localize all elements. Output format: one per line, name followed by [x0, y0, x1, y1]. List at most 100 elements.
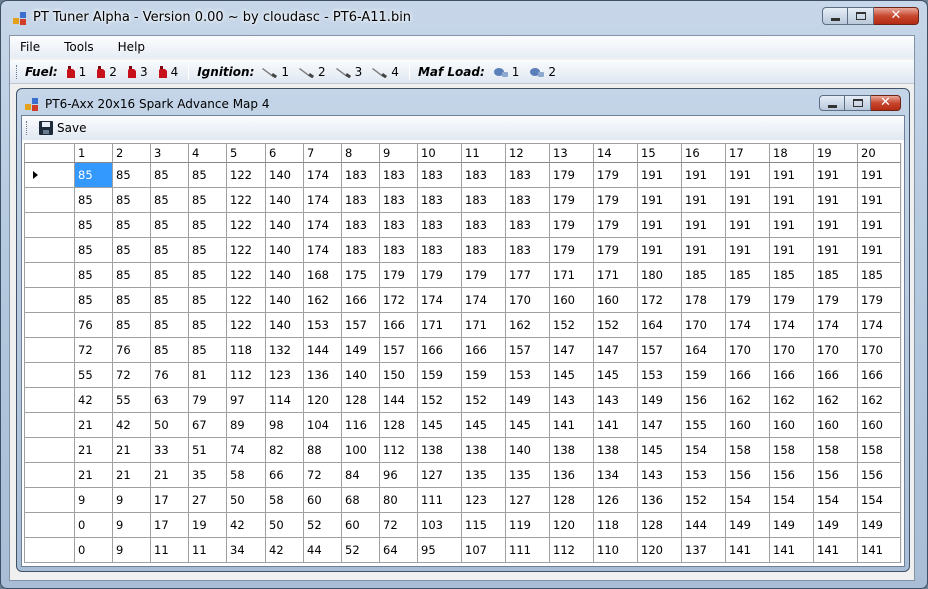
map-cell[interactable]: 122 — [226, 237, 266, 263]
row-header[interactable] — [24, 162, 75, 188]
map-cell[interactable]: 179 — [417, 262, 462, 288]
map-cell[interactable]: 170 — [681, 312, 726, 338]
map-cell[interactable]: 183 — [461, 212, 506, 238]
row-header[interactable] — [24, 187, 75, 213]
map-cell[interactable]: 157 — [505, 337, 550, 363]
map-cell[interactable]: 85 — [112, 237, 151, 263]
map-cell[interactable]: 58 — [265, 487, 304, 513]
map-cell[interactable]: 179 — [813, 287, 858, 313]
map-cell[interactable]: 166 — [461, 337, 506, 363]
map-cell[interactable]: 17 — [150, 512, 189, 538]
map-cell[interactable]: 76 — [112, 337, 151, 363]
map-cell[interactable]: 154 — [681, 437, 726, 463]
map-cell[interactable]: 191 — [681, 237, 726, 263]
map-cell[interactable]: 126 — [593, 487, 638, 513]
map-cell[interactable]: 162 — [505, 312, 550, 338]
map-cell[interactable]: 33 — [150, 437, 189, 463]
map-cell[interactable]: 140 — [505, 437, 550, 463]
map-cell[interactable]: 149 — [857, 512, 901, 538]
menu-tools[interactable]: Tools — [64, 40, 94, 54]
map-cell[interactable]: 179 — [593, 187, 638, 213]
map-cell[interactable]: 122 — [226, 262, 266, 288]
column-header[interactable]: 7 — [303, 143, 342, 163]
fuel-button-2[interactable]: 2 — [96, 65, 117, 79]
map-cell[interactable]: 85 — [74, 187, 113, 213]
map-cell[interactable]: 160 — [549, 287, 594, 313]
map-cell[interactable]: 158 — [769, 437, 814, 463]
column-header[interactable]: 11 — [461, 143, 506, 163]
map-cell[interactable]: 141 — [549, 412, 594, 438]
map-cell[interactable]: 85 — [150, 187, 189, 213]
map-cell[interactable]: 136 — [637, 487, 682, 513]
map-cell[interactable]: 153 — [681, 462, 726, 488]
map-cell[interactable]: 140 — [265, 187, 304, 213]
map-cell[interactable]: 111 — [417, 487, 462, 513]
map-cell[interactable]: 128 — [379, 412, 418, 438]
title-bar[interactable]: PT Tuner Alpha - Version 0.00 ~ by cloud… — [1, 1, 927, 35]
map-cell[interactable]: 89 — [226, 412, 266, 438]
map-cell[interactable]: 160 — [593, 287, 638, 313]
column-header[interactable]: 18 — [769, 143, 814, 163]
map-cell[interactable]: 85 — [188, 287, 227, 313]
map-cell[interactable]: 191 — [681, 212, 726, 238]
map-cell[interactable]: 140 — [265, 212, 304, 238]
map-cell[interactable]: 85 — [150, 262, 189, 288]
map-cell[interactable]: 158 — [813, 437, 858, 463]
map-cell[interactable]: 170 — [813, 337, 858, 363]
map-cell[interactable]: 179 — [593, 162, 638, 188]
map-cell[interactable]: 132 — [265, 337, 304, 363]
map-cell[interactable]: 183 — [417, 187, 462, 213]
map-cell[interactable]: 180 — [637, 262, 682, 288]
map-cell[interactable]: 183 — [505, 237, 550, 263]
child-minimize-button[interactable] — [819, 95, 845, 111]
map-cell[interactable]: 9 — [112, 537, 151, 563]
map-cell[interactable]: 85 — [188, 212, 227, 238]
map-cell[interactable]: 191 — [725, 187, 770, 213]
map-cell[interactable]: 72 — [303, 462, 342, 488]
map-cell[interactable]: 164 — [681, 337, 726, 363]
map-cell[interactable]: 183 — [505, 187, 550, 213]
column-header[interactable]: 6 — [265, 143, 304, 163]
map-cell[interactable]: 170 — [857, 337, 901, 363]
map-cell[interactable]: 42 — [226, 512, 266, 538]
map-cell[interactable]: 42 — [265, 537, 304, 563]
map-cell[interactable]: 85 — [150, 237, 189, 263]
map-cell[interactable]: 145 — [549, 362, 594, 388]
map-cell[interactable]: 112 — [226, 362, 266, 388]
map-cell[interactable]: 141 — [725, 537, 770, 563]
map-cell[interactable]: 67 — [188, 412, 227, 438]
map-cell[interactable]: 178 — [681, 287, 726, 313]
column-header[interactable]: 19 — [813, 143, 858, 163]
menu-help[interactable]: Help — [118, 40, 145, 54]
map-cell[interactable]: 0 — [74, 512, 113, 538]
map-cell[interactable]: 185 — [725, 262, 770, 288]
map-cell[interactable]: 153 — [637, 362, 682, 388]
map-cell[interactable]: 120 — [637, 537, 682, 563]
map-cell[interactable]: 115 — [461, 512, 506, 538]
row-header[interactable] — [24, 237, 75, 263]
map-cell[interactable]: 55 — [74, 362, 113, 388]
map-cell[interactable]: 52 — [303, 512, 342, 538]
map-cell[interactable]: 174 — [417, 287, 462, 313]
map-cell[interactable]: 156 — [681, 387, 726, 413]
map-cell[interactable]: 111 — [505, 537, 550, 563]
map-cell[interactable]: 27 — [188, 487, 227, 513]
map-cell[interactable]: 191 — [681, 187, 726, 213]
map-cell[interactable]: 85 — [74, 162, 113, 188]
map-cell[interactable]: 174 — [769, 312, 814, 338]
map-cell[interactable]: 51 — [188, 437, 227, 463]
map-cell[interactable]: 191 — [857, 162, 901, 188]
row-header[interactable] — [24, 312, 75, 338]
map-cell[interactable]: 179 — [593, 212, 638, 238]
map-cell[interactable]: 120 — [549, 512, 594, 538]
map-cell[interactable]: 147 — [549, 337, 594, 363]
map-cell[interactable]: 183 — [417, 212, 462, 238]
map-cell[interactable]: 177 — [505, 262, 550, 288]
map-cell[interactable]: 162 — [857, 387, 901, 413]
map-cell[interactable]: 140 — [265, 262, 304, 288]
map-cell[interactable]: 172 — [379, 287, 418, 313]
map-cell[interactable]: 171 — [549, 262, 594, 288]
map-cell[interactable]: 0 — [74, 537, 113, 563]
map-cell[interactable]: 79 — [188, 387, 227, 413]
map-cell[interactable]: 145 — [461, 412, 506, 438]
